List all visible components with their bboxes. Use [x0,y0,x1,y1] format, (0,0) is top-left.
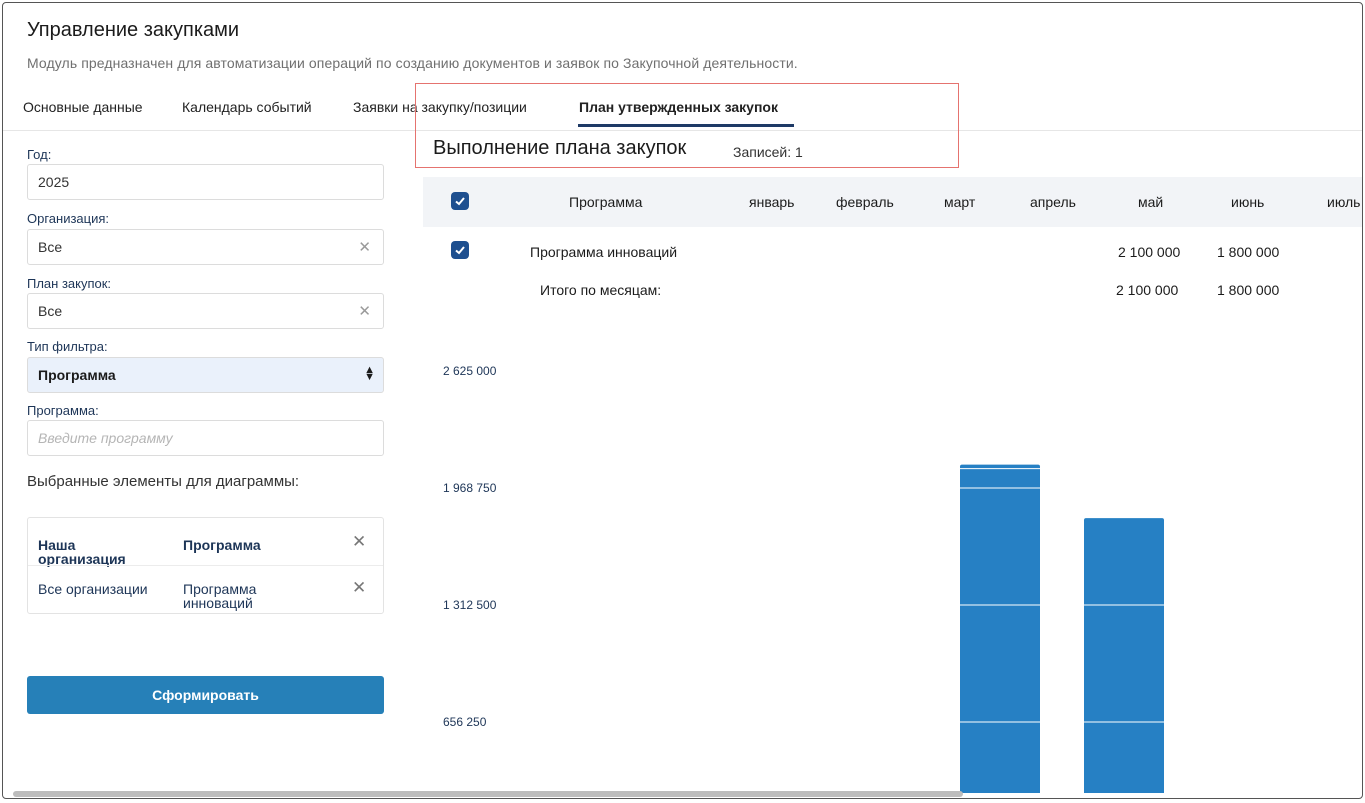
filter-type-select[interactable]: Программа ▲ ▼ [27,357,384,393]
year-value: 2025 [38,174,70,190]
check-icon [455,246,465,255]
tab-calendar[interactable]: Календарь событий [182,99,312,115]
table-header: Программа январь февраль март апрель май… [423,177,1362,227]
year-label: Год: [27,147,52,162]
selected-items-table: Наша организация Программа ✕ Все организ… [27,517,384,614]
row-program-name: Программа инноваций [530,244,678,260]
divider [28,565,383,566]
check-icon [455,197,465,206]
tab-approved-plan[interactable]: План утвержденных закупок [579,99,778,115]
col-program: Программа [569,194,643,210]
clear-all-icon[interactable]: ✕ [352,532,366,552]
record-count: Записей: 1 [733,144,803,160]
row-organization: Все организации [38,581,148,597]
plan-clear-icon[interactable]: ✕ [358,302,371,320]
chart-canvas [960,464,1164,793]
organization-select[interactable]: Все ✕ [27,229,384,265]
main-panel: Выполнение плана закупок Записей: 1 Прог… [423,133,1362,793]
row-program: Программа инноваций [183,581,257,611]
app-window: Управление закупками Модуль предназначен… [2,2,1363,799]
organization-value: Все [38,239,63,255]
row-checkbox[interactable] [451,241,469,259]
year-field[interactable]: 2025 [27,164,384,200]
col-jan: январь [749,194,795,210]
filter-type-value: Программа [38,367,116,383]
bar-chart: 2 625 000 1 968 750 1 312 500 656 250 [423,343,1362,793]
header-organization: Наша организация [38,537,126,567]
page-title: Управление закупками [27,19,240,41]
generate-button[interactable]: Сформировать [27,676,384,714]
select-all-checkbox[interactable] [451,192,469,210]
col-may: май [1138,194,1164,210]
plan-value: Все [38,303,63,319]
active-tab-indicator [578,124,794,127]
program-input[interactable]: Введите программу [27,420,384,456]
remove-row-icon[interactable]: ✕ [352,578,366,598]
row-may-value: 2 100 000 [1118,244,1181,260]
plan-label: План закупок: [27,276,112,291]
col-jun: июнь [1231,194,1265,210]
program-label: Программа: [27,403,99,418]
filter-type-label: Тип фильтра: [27,339,108,354]
tab-main-data[interactable]: Основные данные [23,99,143,115]
bar-июнь [1084,518,1164,793]
organization-clear-icon[interactable]: ✕ [358,238,371,256]
tab-bar: Основные данные Календарь событий Заявки… [3,87,1362,131]
totals-label: Итого по месяцам: [540,282,662,298]
col-feb: февраль [836,194,894,210]
page-subtitle: Модуль предназначен для автоматизации оп… [27,55,798,71]
select-arrows-icon: ▲ ▼ [364,364,375,383]
header-program: Программа [183,537,261,553]
main-title: Выполнение плана закупок [433,137,687,159]
bar-май [960,464,1040,793]
tab-purchase-requests[interactable]: Заявки на закупку/позиции [353,99,527,115]
organization-label: Организация: [27,211,110,226]
totals-may-value: 2 100 000 [1116,282,1179,298]
col-jul: июль [1327,194,1361,210]
col-mar: март [944,194,976,210]
filter-panel: Год: 2025 Организация: Все ✕ План закупо… [3,133,413,793]
selected-items-title: Выбранные элементы для диаграммы: [27,473,300,490]
plan-select[interactable]: Все ✕ [27,293,384,329]
horizontal-scrollbar[interactable] [13,791,963,797]
totals-jun-value: 1 800 000 [1217,282,1280,298]
col-apr: апрель [1030,194,1076,210]
program-placeholder: Введите программу [38,430,173,446]
row-jun-value: 1 800 000 [1217,244,1280,260]
